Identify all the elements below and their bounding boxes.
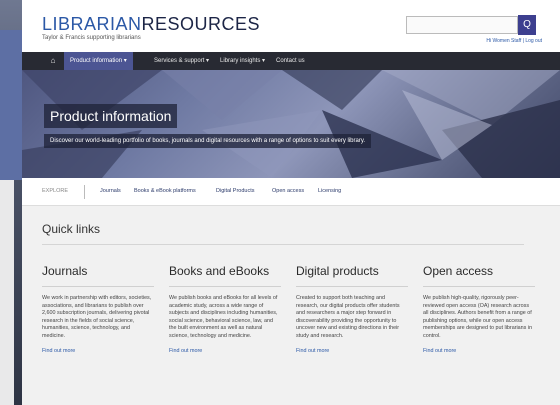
logo-part-2: RESOURCES [141, 14, 261, 34]
background-window-edge-lower [0, 180, 14, 405]
find-out-more-link[interactable]: Find out more [423, 348, 535, 354]
quick-links-rule [42, 244, 524, 245]
main-nav: ⌂ Product information ▾ Services & suppo… [22, 52, 560, 70]
column-divider [296, 286, 408, 287]
nav-services-support[interactable]: Services & support ▾ [148, 52, 215, 70]
user-links[interactable]: Hi Women Staff | Log out [486, 38, 542, 44]
column-divider [169, 286, 281, 287]
explore-link-open-access[interactable]: Open access [272, 188, 304, 194]
column-divider [423, 286, 535, 287]
explore-divider [84, 185, 85, 199]
column-body: We publish books and eBooks for all leve… [169, 295, 278, 339]
main-content: Quick links Journals We work in partners… [22, 206, 560, 405]
quick-link-open-access: Open access We publish high-quality, rig… [423, 264, 535, 354]
quick-links-heading: Quick links [42, 222, 101, 236]
hero-banner: Product information Discover our world-l… [22, 70, 560, 178]
column-heading[interactable]: Journals [42, 264, 154, 278]
column-heading[interactable]: Digital products [296, 264, 408, 278]
search-button[interactable]: Q [518, 15, 536, 35]
home-icon[interactable]: ⌂ [42, 52, 64, 70]
find-out-more-link[interactable]: Find out more [169, 348, 281, 354]
column-heading[interactable]: Open access [423, 264, 535, 278]
browser-page: LIBRARIANRESOURCES Taylor & Francis supp… [22, 0, 560, 405]
nav-product-information[interactable]: Product information ▾ [64, 52, 133, 70]
background-window-edge [0, 30, 22, 180]
nav-library-insights[interactable]: Library insights ▾ [214, 52, 271, 70]
explore-link-journals[interactable]: Journals [100, 188, 121, 194]
explore-bar: EXPLORE Journals Books & eBook platforms… [22, 178, 560, 206]
hero-subtitle: Discover our world-leading portfolio of … [44, 134, 372, 148]
logo-part-1: LIBRARIAN [42, 14, 142, 34]
quick-link-books: Books and eBooks We publish books and eB… [169, 264, 281, 354]
column-divider [42, 286, 154, 287]
find-out-more-link[interactable]: Find out more [296, 348, 408, 354]
quick-link-digital: Digital products Created to support both… [296, 264, 408, 354]
page-title: Product information [44, 104, 178, 128]
column-body: We publish high-quality, rigorously peer… [423, 295, 533, 339]
find-out-more-link[interactable]: Find out more [42, 348, 154, 354]
site-logo[interactable]: LIBRARIANRESOURCES [42, 14, 260, 35]
column-heading[interactable]: Books and eBooks [169, 264, 281, 278]
column-body: Created to support both teaching and res… [296, 295, 400, 339]
search-input[interactable] [406, 16, 518, 34]
explore-label: EXPLORE [42, 188, 68, 194]
explore-link-licensing[interactable]: Licensing [318, 188, 341, 194]
search-icon: Q [523, 19, 531, 30]
explore-link-digital[interactable]: Digital Products [216, 188, 255, 194]
explore-link-books[interactable]: Books & eBook platforms [134, 188, 196, 194]
site-tagline: Taylor & Francis supporting librarians [42, 35, 141, 41]
quick-link-journals: Journals We work in partnership with edi… [42, 264, 154, 354]
site-header: LIBRARIANRESOURCES Taylor & Francis supp… [22, 0, 560, 52]
column-body: We work in partnership with editors, soc… [42, 295, 152, 339]
nav-contact-us[interactable]: Contact us [270, 52, 311, 70]
